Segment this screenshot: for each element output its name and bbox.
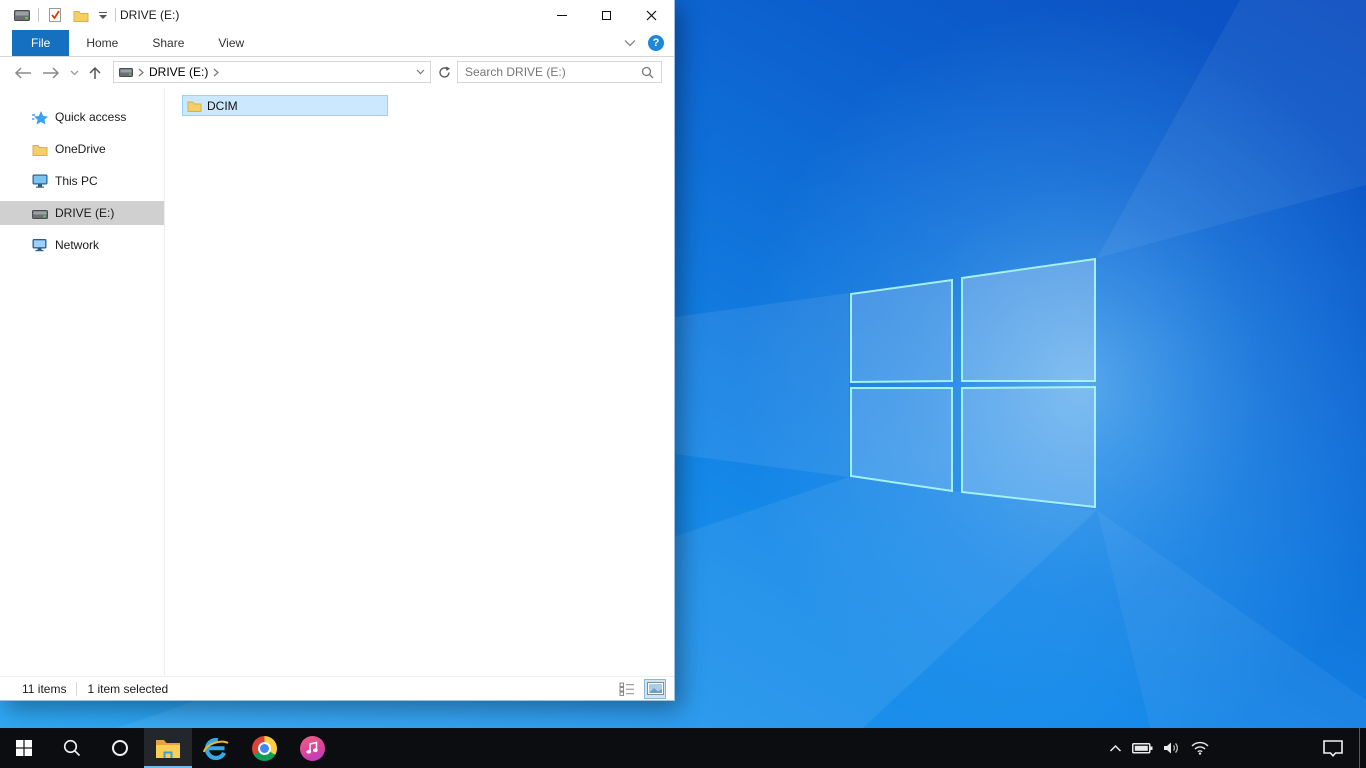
taskbar-internet-explorer-button[interactable]: [192, 728, 240, 768]
tab-home[interactable]: Home: [69, 30, 135, 56]
breadcrumb-location[interactable]: DRIVE (E:): [149, 65, 208, 79]
network-monitor-icon: [32, 239, 47, 252]
sidebar-item-network[interactable]: Network: [0, 233, 164, 257]
navigation-pane: Quick access OneDrive This PC DRIVE (E:)…: [0, 88, 165, 675]
quick-access-star-icon: [32, 110, 48, 124]
ribbon-tab-bar: File Home Share View ?: [0, 30, 674, 57]
show-desktop-button[interactable]: [1359, 728, 1360, 768]
file-item-dcim[interactable]: DCIM: [182, 95, 388, 116]
title-bar: DRIVE (E:): [0, 0, 674, 30]
drive-icon: [119, 67, 133, 77]
status-separator: [76, 681, 78, 696]
sidebar-item-drive-e[interactable]: DRIVE (E:): [0, 201, 164, 225]
drive-icon: [32, 209, 48, 219]
sidebar-item-label: Network: [55, 238, 100, 252]
toolbar-separator: [115, 8, 116, 22]
cortana-button[interactable]: [96, 728, 144, 768]
address-bar[interactable]: DRIVE (E:): [113, 61, 431, 83]
sidebar-item-this-pc[interactable]: This PC: [0, 169, 164, 193]
desktop: DRIVE (E:) File Home Share View ? DRIVE …: [0, 0, 1366, 768]
start-button[interactable]: [0, 728, 48, 768]
quick-access-toolbar: [0, 0, 116, 30]
breadcrumb-chevron-icon[interactable]: [138, 68, 144, 77]
internet-explorer-icon: [203, 737, 229, 761]
search-icon[interactable]: [641, 66, 654, 79]
drive-icon: [12, 4, 32, 26]
properties-button[interactable]: [45, 4, 65, 26]
up-button[interactable]: [89, 66, 101, 80]
tray-volume-button[interactable]: [1162, 728, 1182, 768]
battery-icon: [1132, 743, 1153, 754]
tray-battery-button[interactable]: [1131, 728, 1154, 768]
search-icon: [63, 739, 81, 757]
sidebar-item-label: This PC: [55, 174, 98, 188]
chrome-icon: [251, 735, 277, 761]
onedrive-folder-icon: [32, 144, 48, 156]
taskbar-file-explorer-button[interactable]: [144, 728, 192, 768]
help-button[interactable]: ?: [648, 35, 664, 51]
items-count: 11 items: [22, 681, 67, 696]
refresh-button[interactable]: [434, 61, 454, 83]
maximize-button[interactable]: [584, 0, 629, 30]
itunes-icon: [299, 735, 325, 761]
large-icons-view-button[interactable]: [644, 678, 666, 699]
tab-share[interactable]: Share: [135, 30, 201, 56]
windows-start-icon: [16, 740, 32, 756]
forward-button[interactable]: [42, 66, 60, 79]
window-controls: [539, 0, 674, 30]
chevron-up-icon: [1109, 744, 1122, 752]
file-item-label: DCIM: [207, 98, 238, 113]
navigation-toolbar: DRIVE (E:): [0, 57, 674, 88]
volume-icon: [1164, 742, 1178, 754]
details-view-icon: [619, 682, 634, 696]
search-input[interactable]: [465, 65, 641, 79]
close-button[interactable]: [629, 0, 674, 30]
file-explorer-window: DRIVE (E:) File Home Share View ? DRIVE …: [0, 0, 675, 701]
action-center-button[interactable]: [1312, 728, 1354, 768]
system-tray: [1108, 728, 1210, 768]
tray-wifi-button[interactable]: [1190, 728, 1210, 768]
tray-chevron-up-button[interactable]: [1108, 728, 1123, 768]
maximize-icon: [602, 10, 611, 20]
window-title: DRIVE (E:): [120, 8, 180, 22]
expand-ribbon-icon[interactable]: [624, 39, 636, 47]
back-button[interactable]: [14, 66, 32, 79]
recent-locations-icon[interactable]: [70, 70, 79, 76]
sidebar-item-label: Quick access: [55, 110, 127, 124]
refresh-icon: [438, 66, 450, 78]
breadcrumb-chevron-icon[interactable]: [213, 68, 220, 77]
sidebar-item-quick-access[interactable]: Quick access: [0, 105, 164, 129]
large-icons-view-icon: [646, 682, 664, 695]
folder-icon: [187, 101, 202, 112]
minimize-button[interactable]: [539, 0, 584, 30]
action-center-icon: [1323, 739, 1343, 757]
sidebar-item-label: DRIVE (E:): [55, 206, 115, 220]
customize-quick-access-toolbar-button[interactable]: [97, 11, 109, 19]
selection-count: 1 item selected: [87, 681, 169, 696]
search-box[interactable]: [457, 61, 662, 83]
taskbar: [0, 728, 1366, 768]
minimize-icon: [556, 14, 567, 16]
tab-file[interactable]: File: [12, 30, 70, 56]
taskbar-search-button[interactable]: [48, 728, 96, 768]
file-explorer-icon: [156, 739, 180, 758]
this-pc-monitor-icon: [32, 174, 48, 188]
file-list-area[interactable]: DCIM: [166, 88, 674, 675]
taskbar-chrome-button[interactable]: [240, 728, 288, 768]
close-icon: [646, 10, 657, 20]
details-view-button[interactable]: [616, 679, 638, 699]
toolbar-separator: [38, 8, 39, 22]
wifi-icon: [1191, 741, 1209, 755]
sidebar-item-onedrive[interactable]: OneDrive: [0, 137, 164, 161]
new-folder-button[interactable]: [71, 4, 91, 26]
taskbar-itunes-button[interactable]: [288, 728, 336, 768]
address-dropdown-icon[interactable]: [416, 69, 425, 75]
tab-view[interactable]: View: [201, 30, 261, 56]
status-bar: 11 items 1 item selected: [0, 676, 674, 700]
sidebar-item-label: OneDrive: [55, 142, 106, 156]
cortana-icon: [112, 740, 128, 756]
